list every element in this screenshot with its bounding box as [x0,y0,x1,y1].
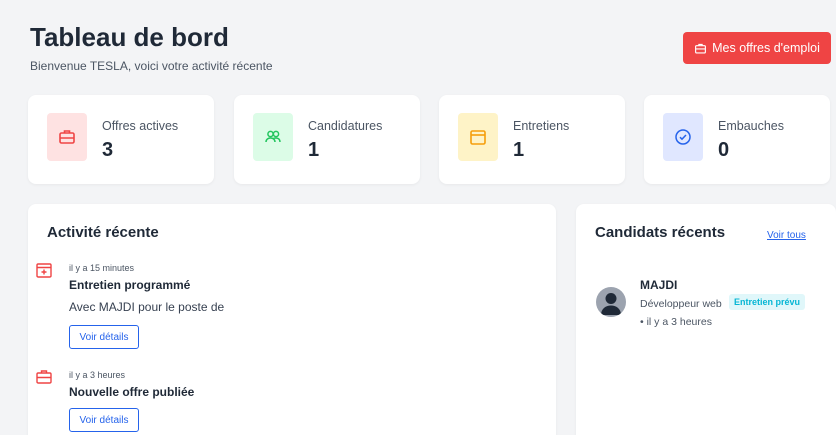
welcome-subtitle: Bienvenue TESLA, voici votre activité ré… [30,59,273,73]
recent-candidates-title: Candidats récents [595,224,726,241]
briefcase-icon [35,368,53,386]
briefcase-icon [59,130,75,144]
stat-value: 1 [308,139,320,161]
check-circle-icon [675,129,691,145]
my-job-offers-label: Mes offres d'emploi [712,41,820,55]
candidate-role: Développeur web [640,298,722,310]
stat-icon-box [253,113,293,161]
stat-label: Entretiens [513,119,570,133]
activity-time: il y a 15 minutes [69,263,135,273]
stat-label: Offres actives [102,119,179,133]
calendar-icon [470,130,486,145]
view-details-button[interactable]: Voir détails [69,325,139,349]
calendar-plus-icon [35,261,53,279]
recent-candidates-panel: Candidats récents Voir tous MAJDI Dévelo… [576,204,836,435]
stat-icon-box [47,113,87,161]
see-all-link[interactable]: Voir tous [767,230,806,241]
stat-card-applications: Candidatures 1 [234,95,420,184]
candidate-name: MAJDI [640,278,678,292]
activity-title: Nouvelle offre publiée [69,385,195,399]
recent-activity-panel: Activité récente il y a 15 minutes Entre… [28,204,556,435]
stat-label: Embauches [718,119,785,133]
recent-activity-title: Activité récente [47,224,159,241]
stat-card-interviews: Entretiens 1 [439,95,625,184]
stat-card-active-offers: Offres actives 3 [28,95,214,184]
activity-title: Entretien programmé [69,278,191,292]
dashboard-header: Tableau de bord Bienvenue TESLA, voici v… [30,22,273,73]
avatar [596,287,626,317]
status-badge: Entretien prévu [729,294,806,310]
stat-value: 0 [718,139,730,161]
view-details-button[interactable]: Voir détails [69,408,139,432]
stat-value: 1 [513,139,525,161]
briefcase-icon [695,43,707,54]
activity-time: il y a 3 heures [69,370,126,380]
users-icon [265,130,281,143]
stat-card-hires: Embauches 0 [644,95,830,184]
stat-label: Candidatures [308,119,383,133]
stat-value: 3 [102,139,114,161]
page-title: Tableau de bord [30,22,229,52]
activity-description: Avec MAJDI pour le poste de [69,300,225,314]
stat-icon-box [458,113,498,161]
user-icon [601,293,621,315]
my-job-offers-button[interactable]: Mes offres d'emploi [683,32,831,64]
stat-icon-box [663,113,703,161]
candidate-time: • il y a 3 heures [640,316,712,328]
